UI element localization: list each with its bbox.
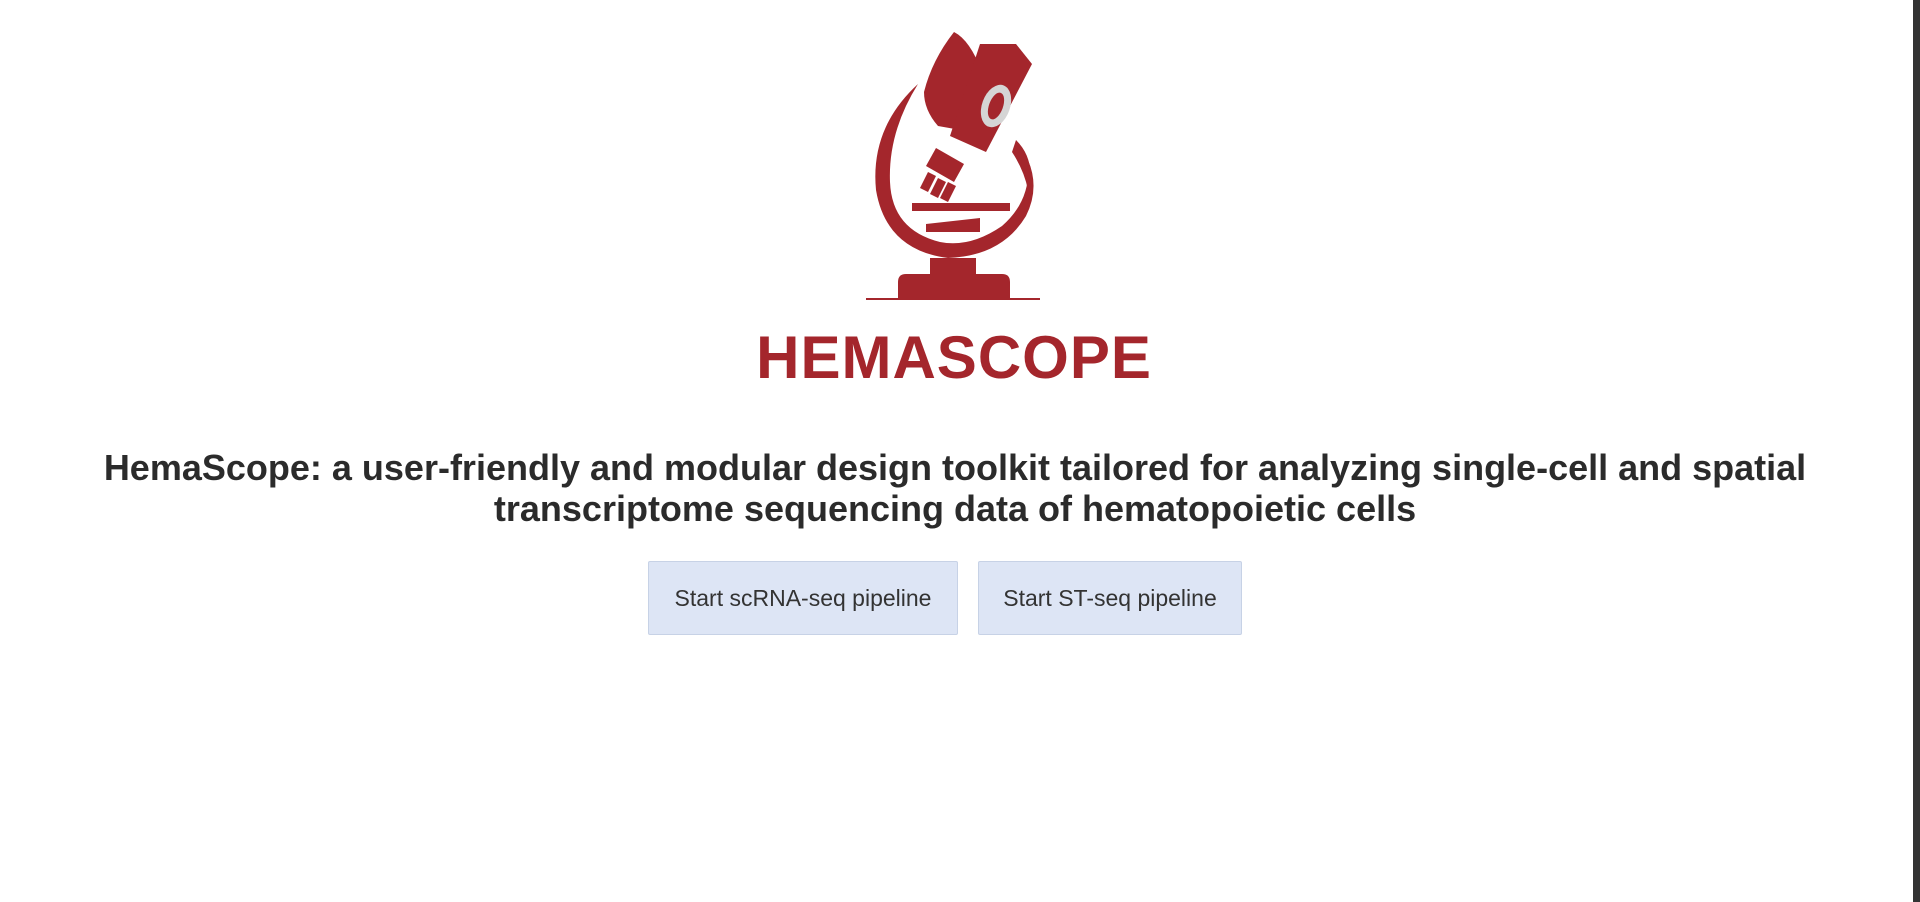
pipeline-buttons: Start scRNA-seq pipeline Start ST-seq pi…	[648, 561, 1242, 635]
microscope-icon	[866, 32, 1040, 300]
start-scrna-seq-button[interactable]: Start scRNA-seq pipeline	[648, 561, 958, 635]
page: HEMASCOPE HemaScope: a user-friendly and…	[0, 0, 1920, 902]
page-headline: HemaScope: a user-friendly and modular d…	[103, 447, 1807, 529]
hemascope-logo	[740, 20, 1180, 390]
start-st-seq-button[interactable]: Start ST-seq pipeline	[978, 561, 1242, 635]
window-edge	[1913, 0, 1920, 902]
